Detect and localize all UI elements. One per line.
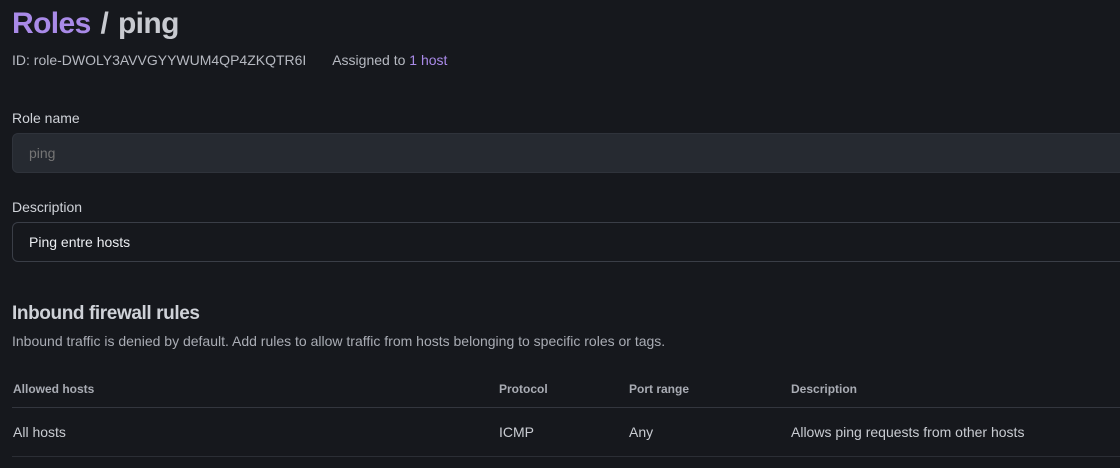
role-name-label: Role name — [12, 110, 80, 126]
role-meta: ID: role-DWOLY3AVVGYYWUM4QP4ZKQTR6I Assi… — [12, 51, 447, 69]
role-id: ID: role-DWOLY3AVVGYYWUM4QP4ZKQTR6I — [12, 52, 307, 68]
description-label: Description — [12, 199, 83, 215]
assigned-hosts-link[interactable]: 1 host — [409, 52, 447, 68]
firewall-table-header: Allowed hosts Protocol Port range Descri… — [12, 378, 1120, 408]
column-header-protocol: Protocol — [499, 382, 548, 396]
firewall-section-title: Inbound firewall rules — [12, 303, 200, 324]
description-input[interactable] — [12, 222, 1120, 262]
cell-port-range: Any — [629, 424, 654, 440]
cell-protocol: ICMP — [499, 424, 534, 440]
breadcrumb-roles-link[interactable]: Roles — [12, 7, 91, 40]
column-header-description: Description — [791, 382, 858, 396]
page-title: Roles / ping — [12, 6, 179, 42]
role-detail-page: Roles / ping ID: role-DWOLY3AVVGYYWUM4QP… — [0, 0, 1120, 468]
breadcrumb-separator: / — [100, 7, 109, 40]
table-row[interactable]: All hosts ICMP Any Allows ping requests … — [12, 409, 1120, 457]
assigned-info: Assigned to 1 host — [332, 52, 447, 68]
role-name-input[interactable] — [12, 133, 1120, 173]
breadcrumb-current: ping — [117, 7, 180, 40]
column-header-port-range: Port range — [629, 382, 690, 396]
cell-description: Allows ping requests from other hosts — [791, 424, 1025, 440]
column-header-allowed-hosts: Allowed hosts — [13, 382, 95, 396]
cell-allowed-hosts: All hosts — [13, 424, 66, 440]
assigned-prefix: Assigned to — [332, 52, 406, 68]
firewall-section-subtitle: Inbound traffic is denied by default. Ad… — [12, 333, 666, 349]
